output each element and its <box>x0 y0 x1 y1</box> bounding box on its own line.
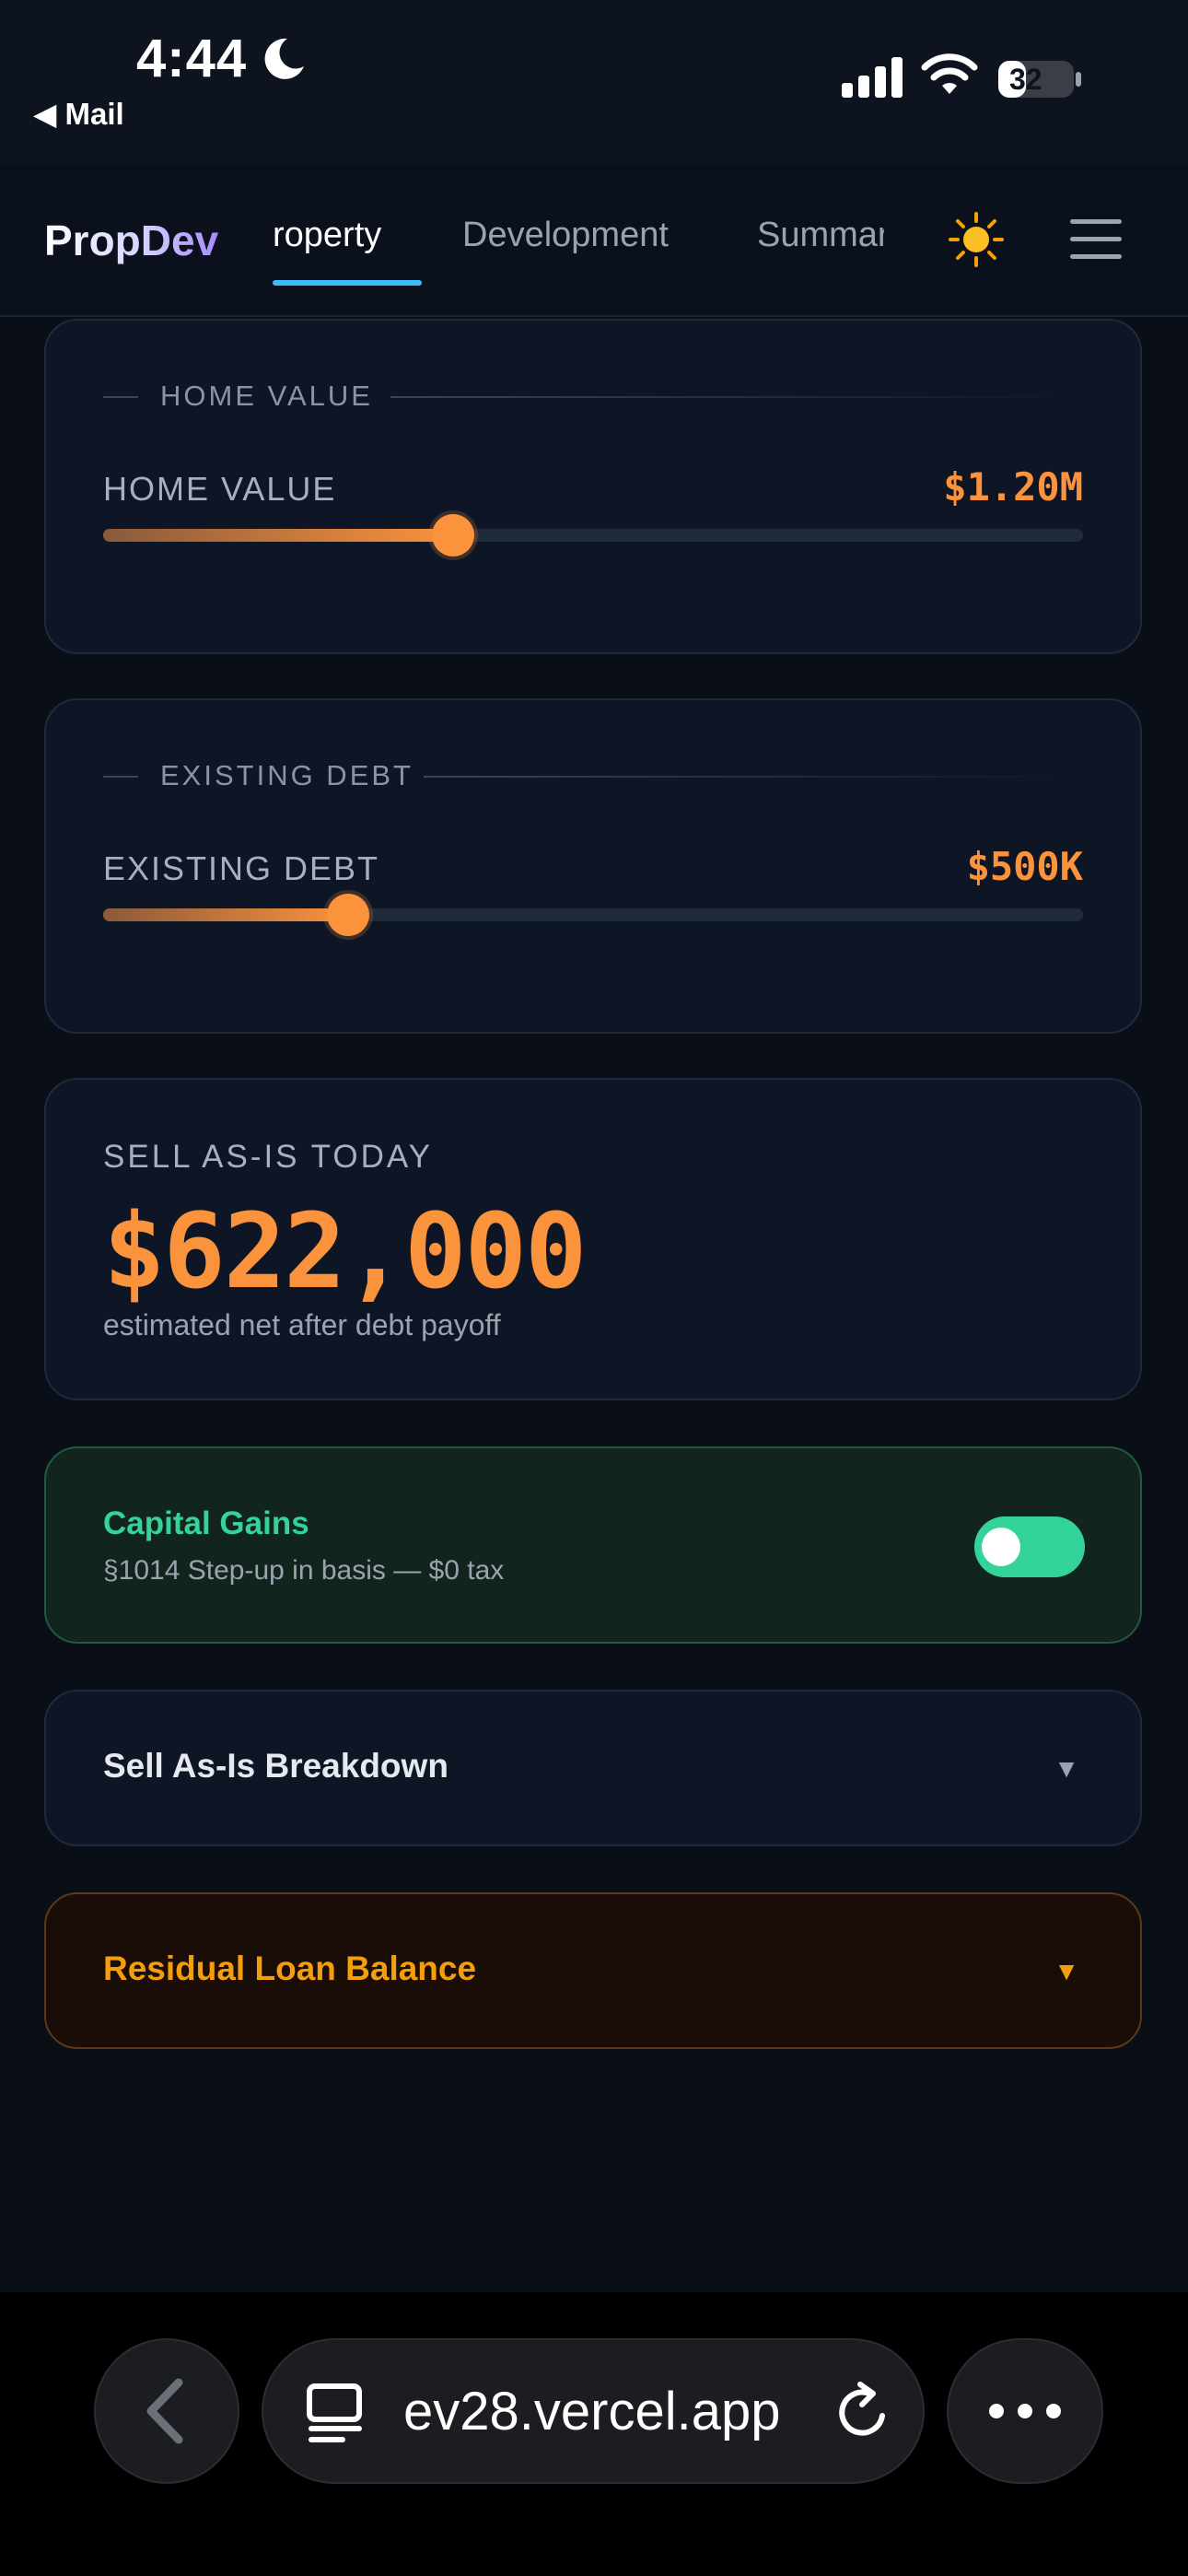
capital-gains-title: Capital Gains <box>103 1505 309 1541</box>
existing-debt-amount: $500K <box>966 844 1083 889</box>
sell-as-is-card: SELL AS-IS TODAY $622,000 estimated net … <box>44 1078 1142 1400</box>
clock: 4:44 <box>136 29 248 88</box>
breakdown-title: Sell As-Is Breakdown <box>103 1747 448 1785</box>
tab-property[interactable]: roperty <box>273 216 381 255</box>
logo[interactable]: PropDev <box>44 216 218 265</box>
section-title: EXISTING DEBT <box>160 759 413 791</box>
tab-strip[interactable]: roperty Development Summar <box>273 164 884 315</box>
tab-development[interactable]: Development <box>462 216 669 255</box>
toggle-knob <box>982 1528 1020 1566</box>
wifi-icon <box>921 53 978 94</box>
active-tab-indicator <box>273 280 422 286</box>
home-value-card: HOME VALUE HOME VALUE $1.20M <box>44 319 1142 654</box>
existing-debt-card: EXISTING DEBT EXISTING DEBT $500K <box>44 698 1142 1034</box>
existing-debt-slider[interactable] <box>103 894 1083 936</box>
browser-back-button[interactable] <box>94 2338 239 2484</box>
slider-thumb[interactable] <box>431 514 474 556</box>
url-text: ev28.vercel.app <box>403 2382 781 2441</box>
battery-percent: 32 <box>1009 63 1042 96</box>
breakdown-accordion[interactable]: Sell As-Is Breakdown ▼ <box>44 1690 1142 1846</box>
existing-debt-label: EXISTING DEBT <box>103 849 380 887</box>
home-value-label: HOME VALUE <box>103 470 337 508</box>
home-value-amount: $1.20M <box>943 464 1083 509</box>
chevron-down-icon: ▼ <box>1054 1957 1079 1985</box>
slider-fill <box>103 529 453 542</box>
section-divider <box>103 776 138 778</box>
reload-icon[interactable] <box>834 2381 893 2445</box>
chevron-left-icon <box>146 2378 183 2444</box>
sell-as-is-subtext: estimated net after debt payoff <box>103 1308 501 1341</box>
chevron-down-icon: ▼ <box>1054 1754 1079 1783</box>
capital-gains-toggle[interactable] <box>974 1516 1085 1577</box>
hamburger-menu-icon[interactable] <box>1070 219 1122 260</box>
capital-gains-subtitle: §1014 Step-up in basis — $0 tax <box>103 1555 505 1586</box>
sun-icon[interactable] <box>949 212 1004 267</box>
battery-icon: 32 <box>996 57 1083 101</box>
cellular-signal-icon <box>842 57 903 98</box>
tabs-icon <box>307 2383 362 2442</box>
residual-loan-accordion[interactable]: Residual Loan Balance ▼ <box>44 1892 1142 2049</box>
slider-fill <box>103 908 348 921</box>
more-options-button[interactable] <box>947 2338 1103 2484</box>
sell-as-is-label: SELL AS-IS TODAY <box>103 1139 433 1175</box>
address-bar[interactable]: ev28.vercel.app <box>262 2338 925 2484</box>
section-divider <box>103 396 138 398</box>
section-title: HOME VALUE <box>160 380 373 412</box>
browser-toolbar: ev28.vercel.app <box>0 2292 1188 2576</box>
moon-icon <box>264 38 304 79</box>
app-navbar: PropDev roperty Development Summar <box>0 164 1188 317</box>
home-value-slider[interactable] <box>103 514 1083 556</box>
slider-thumb[interactable] <box>327 894 369 936</box>
tab-summary[interactable]: Summar <box>757 216 884 255</box>
capital-gains-card: Capital Gains §1014 Step-up in basis — $… <box>44 1446 1142 1644</box>
residual-loan-title: Residual Loan Balance <box>103 1950 477 1987</box>
section-divider <box>390 396 1072 398</box>
ellipsis-icon <box>989 2404 1061 2418</box>
status-bar: 4:44 ◀ Mail 32 <box>0 0 1188 164</box>
section-divider <box>424 776 1072 778</box>
sell-as-is-amount: $622,000 <box>103 1192 587 1312</box>
back-to-mail-link[interactable]: ◀ Mail <box>33 96 124 132</box>
